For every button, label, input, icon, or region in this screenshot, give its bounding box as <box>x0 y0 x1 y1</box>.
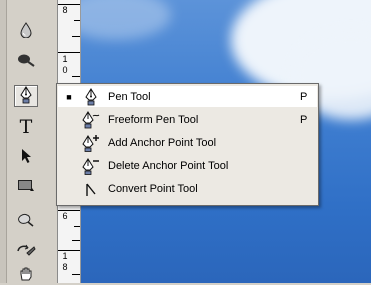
notes-tool-button[interactable] <box>14 209 38 231</box>
ruler-tick <box>72 240 80 241</box>
arrow-icon <box>19 148 33 167</box>
ruler-tick <box>58 52 80 53</box>
menu-item-delete-anchor-point-tool[interactable]: Delete Anchor Point Tool <box>58 155 317 176</box>
hand-tool-button[interactable] <box>14 263 38 285</box>
add-anchor-icon <box>82 133 100 153</box>
ruler-label: 6 <box>62 211 68 221</box>
ruler-label: 1 <box>62 54 68 64</box>
toolbox-edge <box>0 0 7 283</box>
water-drop-icon <box>19 21 33 41</box>
ruler-tick <box>72 274 80 275</box>
ruler-tick <box>72 76 80 77</box>
ruler-label: 8 <box>62 5 68 15</box>
shortcut-key: P <box>300 113 308 126</box>
rectangle-tool-button[interactable] <box>14 175 38 197</box>
menu-item-label: Pen Tool <box>108 90 151 103</box>
rectangle-icon <box>17 178 35 195</box>
menu-item-pen-tool[interactable]: ■ Pen Tool P <box>58 86 317 107</box>
eyedropper-icon <box>16 242 36 261</box>
ruler-tick <box>58 250 80 251</box>
ruler-label: 0 <box>62 65 68 75</box>
type-icon: T <box>19 115 33 138</box>
menu-item-add-anchor-point-tool[interactable]: Add Anchor Point Tool <box>58 132 317 153</box>
ruler-label: 1 <box>62 251 68 261</box>
convert-point-icon <box>82 179 100 199</box>
notes-icon <box>16 211 36 230</box>
menu-item-label: Delete Anchor Point Tool <box>108 159 229 172</box>
delete-anchor-icon <box>82 156 100 176</box>
menu-item-label: Add Anchor Point Tool <box>108 136 217 149</box>
menu-item-label: Convert Point Tool <box>108 182 198 195</box>
menu-item-label: Freeform Pen Tool <box>108 113 199 126</box>
menu-item-convert-point-tool[interactable]: Convert Point Tool <box>58 178 317 199</box>
freeform-pen-icon <box>82 110 100 130</box>
shortcut-key: P <box>300 90 308 103</box>
selected-bullet: ■ <box>66 91 72 102</box>
cloud-highlight <box>81 0 171 40</box>
toolbox: T <box>0 0 58 283</box>
eyedropper-tool-button[interactable] <box>14 240 38 262</box>
ruler-tick <box>74 226 80 227</box>
path-selection-tool-button[interactable] <box>14 146 38 168</box>
pen-icon <box>19 85 33 107</box>
ruler-tick <box>72 36 80 37</box>
pen-icon <box>82 87 100 107</box>
type-tool-button[interactable]: T <box>14 116 38 138</box>
dodge-icon <box>17 53 35 70</box>
pen-tool-flyout-menu: ■ Pen Tool P Freeform Pen Tool P Add Anc… <box>56 83 319 206</box>
ruler-tick <box>58 4 80 5</box>
pen-tool-button[interactable] <box>14 85 38 107</box>
hand-icon <box>18 265 34 284</box>
blur-tool-button[interactable] <box>14 20 38 42</box>
dodge-tool-button[interactable] <box>14 50 38 72</box>
ruler-tick <box>74 20 80 21</box>
menu-item-freeform-pen-tool[interactable]: Freeform Pen Tool P <box>58 109 317 130</box>
ruler-label: 8 <box>62 262 68 272</box>
ruler-tick <box>58 210 80 211</box>
